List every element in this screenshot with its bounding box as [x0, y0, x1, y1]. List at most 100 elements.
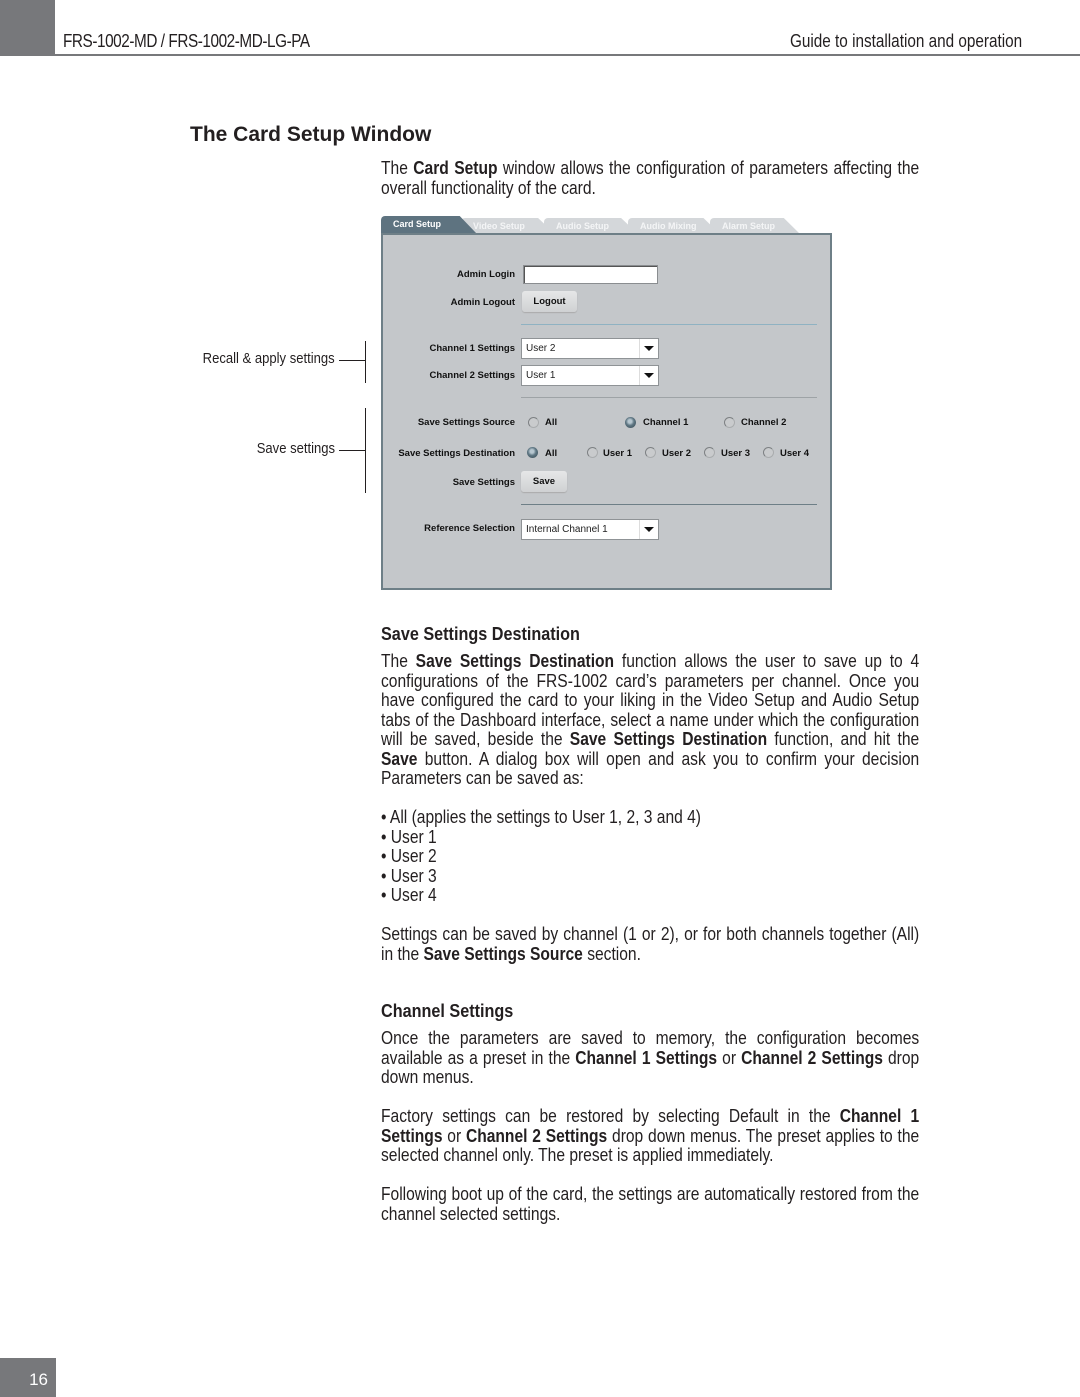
bold-term: Save Settings Destination — [415, 651, 615, 671]
admin-login-label: Admin Login — [456, 269, 515, 280]
paragraph-text: function, and hit the — [767, 729, 920, 749]
radio-source-channel2-label: Channel 2 — [741, 417, 787, 428]
radio-dest-user4[interactable] — [763, 447, 774, 458]
bold-term: Channel 2 Settings — [465, 1125, 608, 1146]
header-rule — [55, 54, 1080, 56]
bold-term: Channel 1 Settings — [575, 1047, 718, 1068]
save-destination-paragraph: The Save Settings Destination function a… — [381, 651, 920, 789]
callout-recall-label: Recall & apply settings — [202, 351, 335, 367]
chevron-down-icon — [639, 520, 658, 539]
paragraph-text: The — [381, 651, 416, 671]
reference-selection-select[interactable]: Internal Channel 1 — [521, 519, 659, 540]
channel-settings-paragraph-2: Factory settings can be restored by sele… — [381, 1106, 919, 1166]
save-settings-label: Save Settings — [452, 477, 515, 488]
channel2-settings-select[interactable]: User 1 — [521, 365, 659, 386]
intro-text: The — [381, 158, 414, 178]
radio-dest-user2-label: User 2 — [662, 448, 692, 459]
list-item-text: User 1 — [390, 826, 437, 847]
separator — [521, 324, 817, 325]
chevron-down-icon — [639, 366, 658, 385]
channel-settings-paragraph-1: Once the parameters are saved to memory,… — [381, 1028, 919, 1088]
channel2-settings-label: Channel 2 Settings — [429, 370, 515, 381]
radio-source-all-label: All — [545, 417, 558, 428]
bold-term: Save — [381, 748, 418, 769]
radio-dest-user3-label: User 3 — [721, 448, 751, 459]
radio-dest-all[interactable] — [527, 447, 538, 458]
intro-bold: Card Setup — [413, 158, 498, 178]
radio-dest-all-label: All — [545, 448, 558, 459]
page-number: 16 — [29, 1370, 48, 1389]
callout-save-line — [339, 450, 365, 451]
list-item: • User 3 — [381, 865, 919, 887]
save-source-paragraph: Settings can be saved by channel (1 or 2… — [381, 924, 919, 964]
save-button[interactable]: Save — [521, 471, 567, 492]
channel1-settings-value: User 2 — [526, 343, 556, 354]
separator — [521, 397, 817, 398]
header-model: FRS-1002-MD / FRS-1002-MD-LG-PA — [63, 31, 310, 51]
tab-audio-setup[interactable]: Audio Setup — [544, 218, 638, 234]
chevron-down-icon — [639, 339, 658, 358]
paragraph-text: button. A dialog box will open and ask y… — [381, 748, 920, 788]
paragraph-text: Factory settings can be restored by sele… — [381, 1106, 840, 1126]
channel-settings-paragraph-3: Following boot up of the card, the setti… — [381, 1184, 920, 1224]
list-item: • All (applies the settings to User 1, 2… — [381, 807, 919, 828]
separator — [521, 504, 817, 505]
channel2-settings-value: User 1 — [526, 370, 556, 381]
page-number-block: 16 — [0, 1358, 56, 1397]
paragraph-text: or — [717, 1047, 742, 1068]
section-title: The Card Setup Window — [190, 123, 432, 146]
list-item-text: User 4 — [390, 885, 437, 905]
list-item-text: User 2 — [390, 846, 437, 866]
tab-alarm-setup[interactable]: Alarm Setup — [710, 218, 800, 234]
reference-selection-label: Reference Selection — [424, 523, 515, 534]
radio-source-channel1-label: Channel 1 — [643, 417, 689, 428]
intro-paragraph: The Card Setup window allows the configu… — [381, 158, 919, 198]
radio-dest-user2[interactable] — [645, 447, 656, 458]
radio-source-all[interactable] — [528, 417, 539, 428]
radio-dest-user4-label: User 4 — [780, 448, 810, 459]
bold-term: Save Settings Source — [423, 943, 583, 964]
radio-source-channel2[interactable] — [724, 417, 735, 428]
reference-selection-value: Internal Channel 1 — [526, 524, 608, 535]
list-item: • User 1 — [381, 826, 919, 848]
callout-save-label: Save settings — [256, 441, 335, 457]
admin-login-input[interactable] — [523, 265, 658, 284]
bullet-icon: • — [381, 885, 391, 905]
header-color-block — [0, 0, 55, 56]
tab-audio-mixing[interactable]: Audio Mixing — [628, 218, 720, 234]
save-destination-heading: Save Settings Destination — [381, 624, 580, 644]
save-settings-destination-label: Save Settings Destination — [398, 448, 515, 459]
radio-source-channel1[interactable] — [625, 417, 636, 428]
card-setup-window: Alarm Setup Audio Mixing Audio Setup Vid… — [381, 216, 832, 590]
tab-bar: Alarm Setup Audio Mixing Audio Setup Vid… — [381, 216, 832, 234]
channel-settings-heading: Channel Settings — [381, 1001, 514, 1021]
channel1-settings-label: Channel 1 Settings — [429, 343, 515, 354]
bullet-icon: • — [381, 826, 391, 847]
callout-recall-line — [339, 360, 365, 361]
list-item-text: All (applies the settings to User 1, 2, … — [389, 807, 701, 827]
bold-term: Save Settings Destination — [569, 729, 768, 749]
logout-button[interactable]: Logout — [522, 291, 577, 312]
bold-term: Channel 2 Settings — [741, 1047, 883, 1068]
tab-video-setup[interactable]: Video Setup — [461, 218, 555, 234]
callout-save-bracket — [365, 408, 366, 493]
paragraph-text: or — [442, 1125, 466, 1146]
radio-dest-user1[interactable] — [587, 447, 598, 458]
admin-logout-label: Admin Logout — [450, 297, 515, 308]
bullet-icon: • — [381, 846, 391, 866]
callout-recall-bracket — [365, 341, 366, 383]
list-item: • User 2 — [381, 846, 919, 867]
channel-settings-body: Once the parameters are saved to memory,… — [381, 1028, 1009, 1224]
save-settings-source-label: Save Settings Source — [417, 417, 515, 428]
list-item-text: User 3 — [390, 865, 437, 886]
header-guide-title: Guide to installation and operation — [789, 31, 1022, 51]
bullet-icon: • — [381, 865, 391, 886]
radio-dest-user3[interactable] — [704, 447, 715, 458]
list-item: • User 4 — [381, 885, 919, 906]
paragraph-text: section. — [582, 943, 641, 964]
radio-dest-user1-label: User 1 — [603, 448, 633, 459]
paragraph-text: Following boot up of the card, the setti… — [381, 1184, 920, 1224]
channel1-settings-select[interactable]: User 2 — [521, 338, 659, 359]
save-destination-list: • All (applies the settings to User 1, 2… — [381, 807, 1009, 906]
save-destination-body: The Save Settings Destination function a… — [381, 651, 1009, 964]
